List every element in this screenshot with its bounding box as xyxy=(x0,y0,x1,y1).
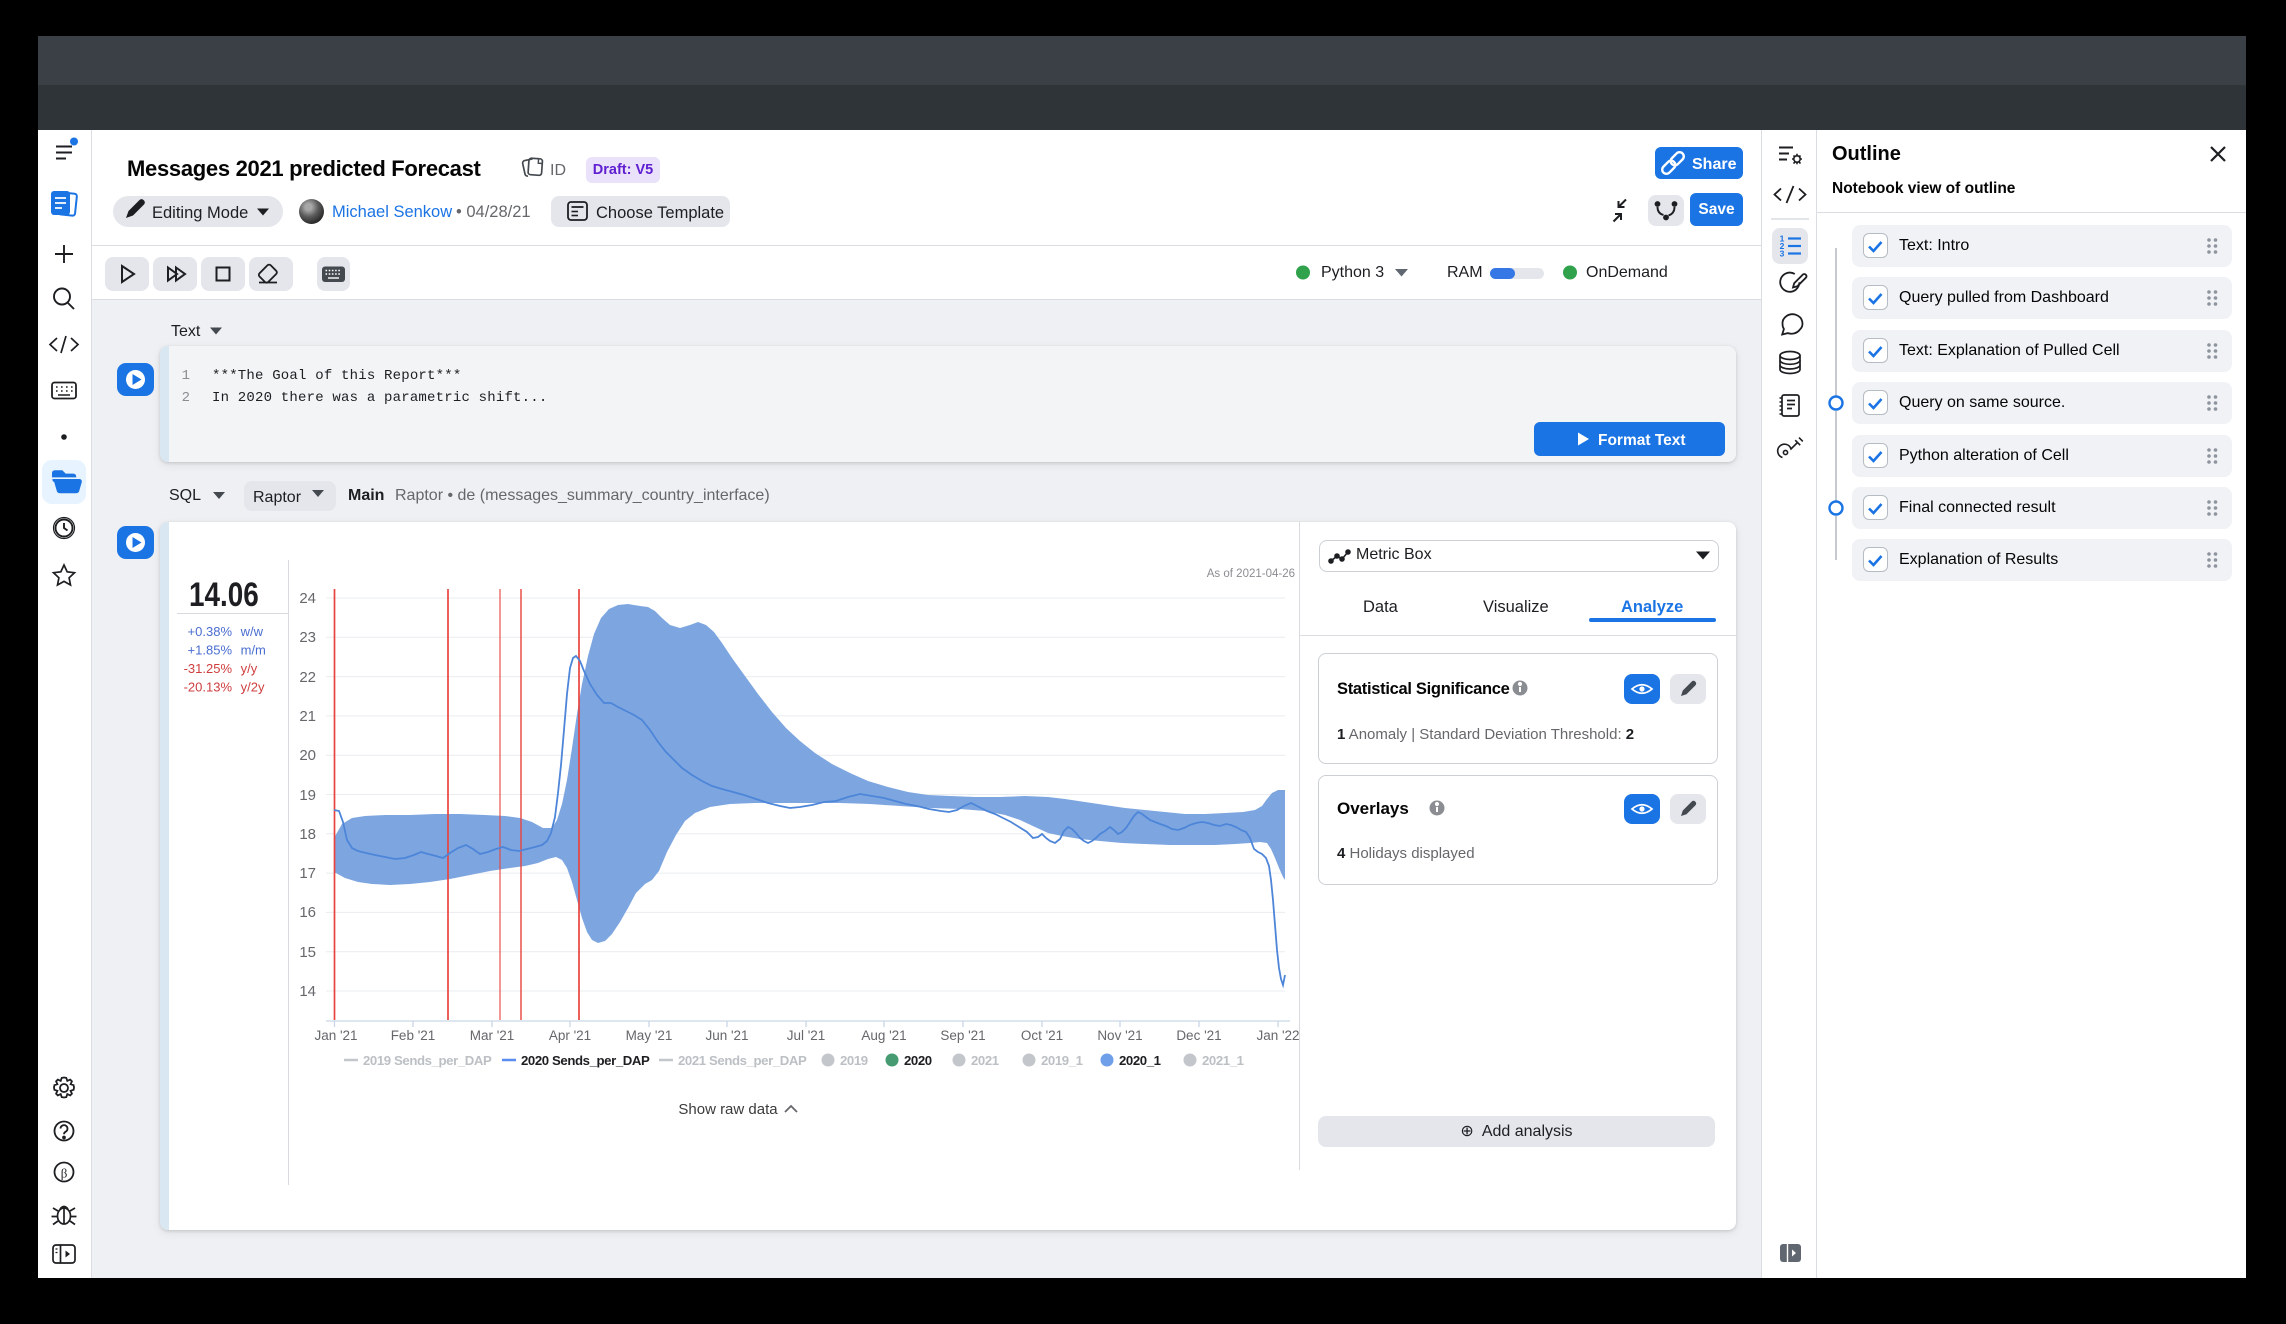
svg-text:Jan '21: Jan '21 xyxy=(314,1028,357,1043)
svg-text:17: 17 xyxy=(299,865,316,882)
svg-text:Mar '21: Mar '21 xyxy=(470,1028,515,1043)
svg-text:20: 20 xyxy=(299,747,316,764)
svg-text:16: 16 xyxy=(299,904,316,921)
svg-text:-31.25%: -31.25% xyxy=(184,661,233,676)
svg-text:3: 3 xyxy=(1780,249,1785,259)
svg-text:Format Text: Format Text xyxy=(1598,432,1686,449)
svg-text:Aug '21: Aug '21 xyxy=(861,1028,906,1043)
svg-text:2020: 2020 xyxy=(904,1053,932,1068)
svg-text:Choose Template: Choose Template xyxy=(596,204,724,222)
svg-text:w/w: w/w xyxy=(237,624,264,639)
svg-text:Oct '21: Oct '21 xyxy=(1021,1028,1063,1043)
svg-text:Sep '21: Sep '21 xyxy=(940,1028,985,1043)
svg-text:14: 14 xyxy=(299,983,316,1000)
svg-text:Apr '21: Apr '21 xyxy=(549,1028,591,1043)
svg-text:23: 23 xyxy=(299,629,316,646)
svg-text:Editing Mode: Editing Mode xyxy=(152,204,248,222)
svg-text:Raptor: Raptor xyxy=(253,489,302,506)
svg-text:24: 24 xyxy=(299,590,316,607)
svg-text:15: 15 xyxy=(299,944,316,961)
svg-text:2019_1: 2019_1 xyxy=(1041,1053,1083,1068)
svg-text:+0.38%: +0.38% xyxy=(188,624,233,639)
svg-text:2020 Sends_per_DAP: 2020 Sends_per_DAP xyxy=(521,1053,650,1068)
svg-text:2021_1: 2021_1 xyxy=(1202,1053,1244,1068)
svg-text:2021: 2021 xyxy=(971,1053,999,1068)
svg-text:y/y: y/y xyxy=(237,661,258,676)
svg-text:22: 22 xyxy=(299,669,316,686)
svg-text:19: 19 xyxy=(299,787,316,804)
svg-text:2019: 2019 xyxy=(840,1053,868,1068)
svg-text:21: 21 xyxy=(299,708,316,725)
svg-text:m/m: m/m xyxy=(237,643,266,658)
svg-text:β: β xyxy=(61,1166,68,1181)
svg-text:18: 18 xyxy=(299,826,316,843)
svg-text:May '21: May '21 xyxy=(626,1028,673,1043)
svg-text:-20.13%: -20.13% xyxy=(184,680,233,695)
svg-text:2019 Sends_per_DAP: 2019 Sends_per_DAP xyxy=(363,1053,492,1068)
svg-text:+1.85%: +1.85% xyxy=(188,643,233,658)
svg-text:2020_1: 2020_1 xyxy=(1119,1053,1161,1068)
svg-text:Jan '22: Jan '22 xyxy=(1256,1028,1299,1043)
svg-text:Nov '21: Nov '21 xyxy=(1097,1028,1142,1043)
svg-text:2021 Sends_per_DAP: 2021 Sends_per_DAP xyxy=(678,1053,807,1068)
svg-text:Show raw data: Show raw data xyxy=(678,1101,778,1118)
svg-text:As of 2021-04-26: As of 2021-04-26 xyxy=(1207,568,1295,580)
svg-text:Dec '21: Dec '21 xyxy=(1176,1028,1221,1043)
svg-text:y/2y: y/2y xyxy=(237,680,265,695)
svg-text:Jul '21: Jul '21 xyxy=(787,1028,826,1043)
svg-text:Share: Share xyxy=(1692,156,1737,173)
svg-text:Feb '21: Feb '21 xyxy=(391,1028,436,1043)
svg-text:Jun '21: Jun '21 xyxy=(705,1028,748,1043)
